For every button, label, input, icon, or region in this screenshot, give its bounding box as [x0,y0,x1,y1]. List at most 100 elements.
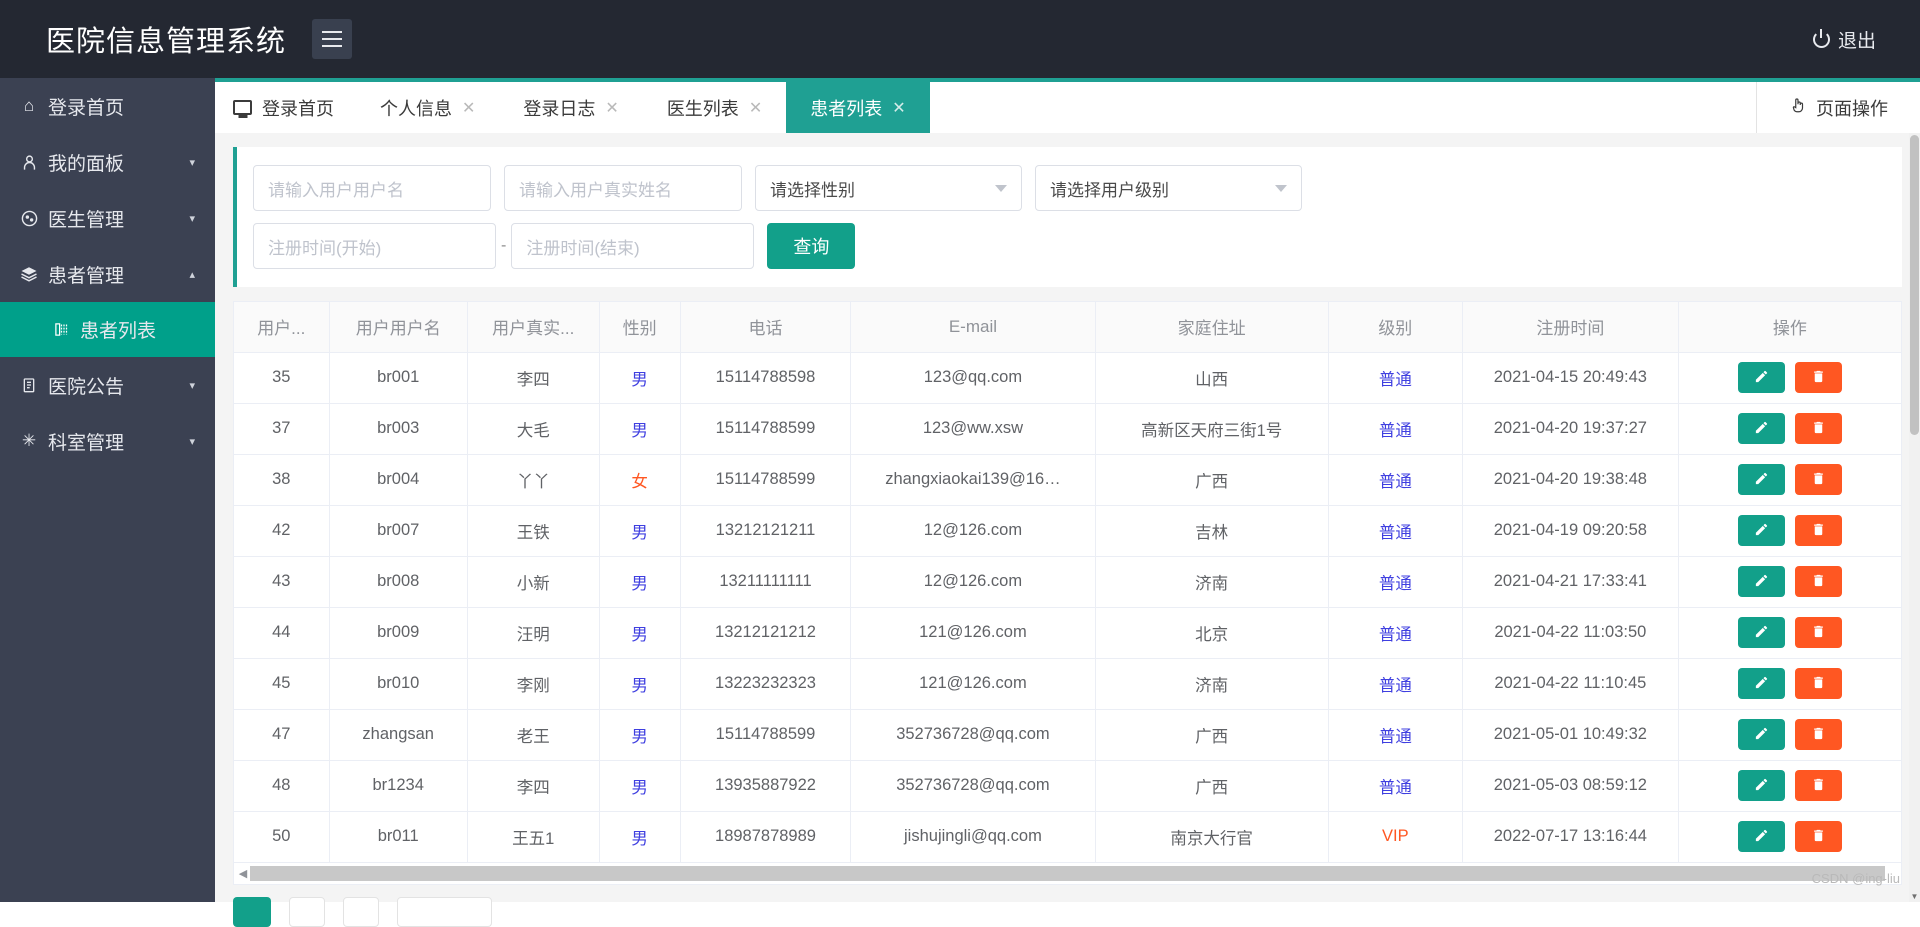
column-header-level[interactable]: 级别 [1328,302,1463,353]
cell-id: 38 [234,454,330,506]
cell-username: br010 [329,658,468,710]
cell-gender: 男 [599,556,681,608]
column-header-id[interactable]: 用户... [234,302,330,353]
table-row[interactable]: 47 zhangsan 老王男 15114788599 352736728@qq.com… [234,709,1901,761]
edit-row-button[interactable] [1737,515,1785,546]
cell-gender: 男 [599,760,681,812]
scroll-down-arrow-icon[interactable]: ▼ [1909,891,1920,902]
delete-row-button[interactable] [1794,821,1842,852]
vertical-scroll-thumb[interactable] [1910,135,1919,435]
sidebar-item-my-panel[interactable]: 我的面板 ▾ [0,134,215,190]
sidebar-item-label: 患者列表 [80,321,157,342]
cell-email: 123@qq.com [850,352,1096,404]
delete-row-button[interactable] [1794,770,1842,801]
cell-username: br009 [329,607,468,659]
user-icon [18,154,40,171]
edit-row-button[interactable] [1737,362,1785,393]
delete-row-button[interactable] [1794,617,1842,648]
tab-home[interactable]: 登录首页 [215,82,356,133]
cell-id: 44 [234,607,330,659]
edit-row-button[interactable] [1737,464,1785,495]
delete-row-button[interactable] [1794,719,1842,750]
delete-row-button[interactable] [1794,362,1842,393]
tab-patient-list[interactable]: 患者列表 ✕ [786,82,930,133]
close-icon[interactable]: ✕ [462,98,475,118]
delete-row-button[interactable] [1794,515,1842,546]
delete-row-button[interactable] [1794,413,1842,444]
column-header-gender[interactable]: 性别 [599,302,681,353]
pagination-current-page[interactable] [233,896,271,927]
edit-row-button[interactable] [1737,821,1785,852]
close-icon[interactable]: ✕ [749,98,762,118]
sidebar-item-home[interactable]: ⌂ 登录首页 [0,78,215,134]
cell-level: VIP [1328,811,1463,863]
scroll-left-arrow-icon[interactable]: ◀ [236,867,250,880]
sidebar-item-patient-list[interactable]: 患者列表 [0,302,215,357]
cell-email: zhangxiaokai139@16… [850,454,1096,506]
sidebar-item-department-manage[interactable]: ✳ 科室管理 ▾ [0,413,215,469]
table-row[interactable]: 42 br007 王铁男 13212121211 12@126.com 吉林 普通 2021-… [234,505,1901,557]
tab-label: 登录首页 [262,98,334,119]
search-select-level[interactable]: 请选择用户级别 [1035,165,1302,211]
column-header-regtime[interactable]: 注册时间 [1462,302,1679,353]
edit-row-button[interactable] [1737,617,1785,648]
content-vertical-scrollbar[interactable]: ▲ ▼ [1909,133,1920,902]
pagination-page-item[interactable] [343,896,379,927]
page-operations-button[interactable]: 页面操作 [1756,82,1920,133]
delete-row-button[interactable] [1794,464,1842,495]
logout-button[interactable]: 退出 [1812,26,1876,53]
cell-gender: 男 [599,607,681,659]
edit-row-button[interactable] [1737,668,1785,699]
table-row[interactable]: 44 br009 汪明男 13212121212 121@126.com 北京 普通 2021… [234,607,1901,659]
search-input-date-start[interactable]: 注册时间(开始) [253,223,496,269]
table-row[interactable]: 37 br003 大毛男 15114788599 123@ww.xsw 高新区天府三街1号… [234,403,1901,455]
edit-row-button[interactable] [1737,413,1785,444]
edit-row-button[interactable] [1737,770,1785,801]
table-row[interactable]: 45 br010 李刚男 13223232323 121@126.com 济南 普通 2021… [234,658,1901,710]
sidebar-item-doctor-manage[interactable]: 医生管理 ▾ [0,190,215,246]
edit-row-button[interactable] [1737,719,1785,750]
search-input-username[interactable]: 请输入用户用户名 [253,165,491,211]
cell-actions [1678,811,1901,863]
table-horizontal-scrollbar[interactable]: ◀ [233,862,1902,885]
pagination-page-size-select[interactable] [397,896,492,927]
tab-doctor-list[interactable]: 医生列表 ✕ [643,82,786,133]
cell-id: 43 [234,556,330,608]
cell-actions [1678,607,1901,659]
column-header-username[interactable]: 用户用户名 [329,302,468,353]
sidebar: ⌂ 登录首页 我的面板 ▾ 医生管理 ▾ 患者管理 ▴ 患者列表 医院公告 ▾ … [0,78,215,902]
tab-login-log[interactable]: 登录日志 ✕ [499,82,642,133]
cell-address: 济南 [1095,658,1329,710]
cell-level: 普通 [1328,709,1463,761]
menu-toggle-button[interactable] [312,19,353,59]
table-row[interactable]: 50 br011 王五1 男 18987878989 jishujingli@qq.com… [234,811,1901,863]
cell-gender: 男 [599,658,681,710]
table-header-row: 用户... 用户用户名 用户真实... 性别 电话 E-mail 家庭住址 级别… [234,302,1901,353]
table-row[interactable]: 48 br1234 李四男 13935887922 352736728@qq.com 广西… [234,760,1901,812]
search-select-gender[interactable]: 请选择性别 [755,165,1022,211]
delete-row-button[interactable] [1794,566,1842,597]
search-input-date-end[interactable]: 注册时间(结束) [511,223,755,269]
search-input-realname[interactable]: 请输入用户真实姓名 [504,165,742,211]
chevron-down-icon [1275,184,1287,192]
tab-personal-info[interactable]: 个人信息 ✕ [356,82,499,133]
delete-row-button[interactable] [1794,668,1842,699]
edit-row-button[interactable] [1737,566,1785,597]
sidebar-item-hospital-notice[interactable]: 医院公告 ▾ [0,357,215,413]
table-row[interactable]: 35 br001 李四男 15114788598 123@qq.com 山西 普通 2021-… [234,352,1901,404]
chevron-down-icon: ▾ [189,156,195,169]
pagination-page-item[interactable] [289,896,325,927]
table-row[interactable]: 38 br004 丫丫女 15114788599 zhangxiaokai139@16…… [234,454,1901,506]
sidebar-item-patient-manage[interactable]: 患者管理 ▴ [0,246,215,302]
close-icon[interactable]: ✕ [892,98,905,118]
pencil-icon [1754,420,1769,438]
close-icon[interactable]: ✕ [605,98,618,118]
table-row[interactable]: 43 br008 小新男 13211111111 12@126.com 济南 普通 2021-… [234,556,1901,608]
column-header-phone[interactable]: 电话 [680,302,852,353]
cell-phone: 18987878989 [680,811,852,863]
horizontal-scroll-thumb[interactable] [250,865,1885,881]
column-header-address[interactable]: 家庭住址 [1095,302,1329,353]
search-submit-button[interactable]: 查询 [767,223,856,269]
column-header-realname[interactable]: 用户真实... [467,302,600,353]
column-header-email[interactable]: E-mail [850,302,1096,353]
